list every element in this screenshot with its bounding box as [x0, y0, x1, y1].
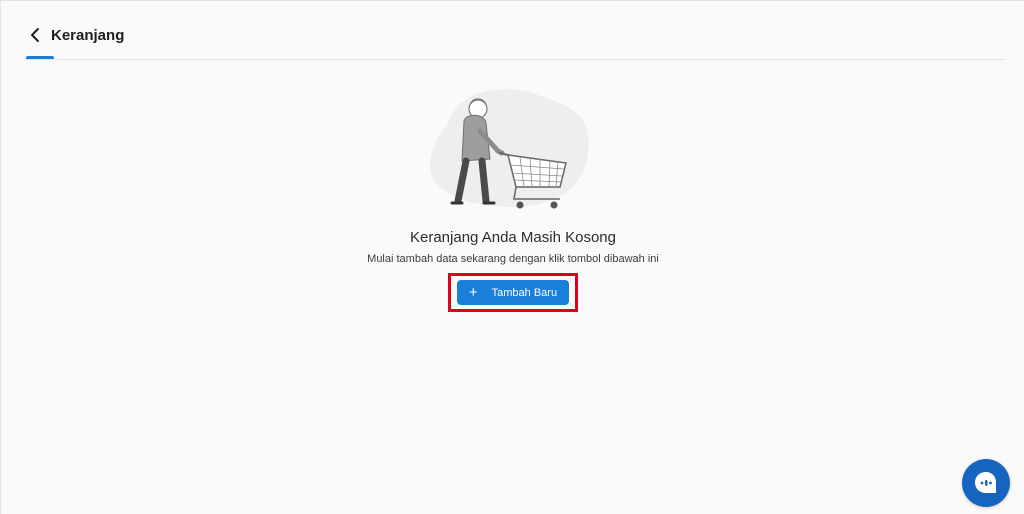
empty-state-subtitle: Mulai tambah data sekarang dengan klik t…: [367, 253, 659, 265]
page: Keranjang Keranjang Anda Masih Kosong Mu…: [0, 0, 1024, 514]
back-button[interactable]: [25, 23, 45, 47]
header-divider: [26, 59, 1006, 60]
chat-bubble-icon: [975, 472, 996, 493]
page-header: Keranjang: [25, 19, 124, 51]
chevron-left-icon: [31, 28, 39, 42]
plus-icon: +: [468, 284, 478, 301]
add-new-button[interactable]: + Tambah Baru: [457, 280, 569, 305]
highlight-box: + Tambah Baru: [448, 273, 578, 312]
shopping-cart-person-illustration: [429, 89, 589, 209]
empty-state: Keranjang Anda Masih Kosong Mulai tambah…: [1, 83, 1024, 312]
add-new-button-label: Tambah Baru: [491, 286, 558, 299]
chat-button[interactable]: [962, 459, 1010, 507]
page-title: Keranjang: [51, 26, 125, 44]
empty-state-title: Keranjang Anda Masih Kosong: [410, 229, 616, 246]
